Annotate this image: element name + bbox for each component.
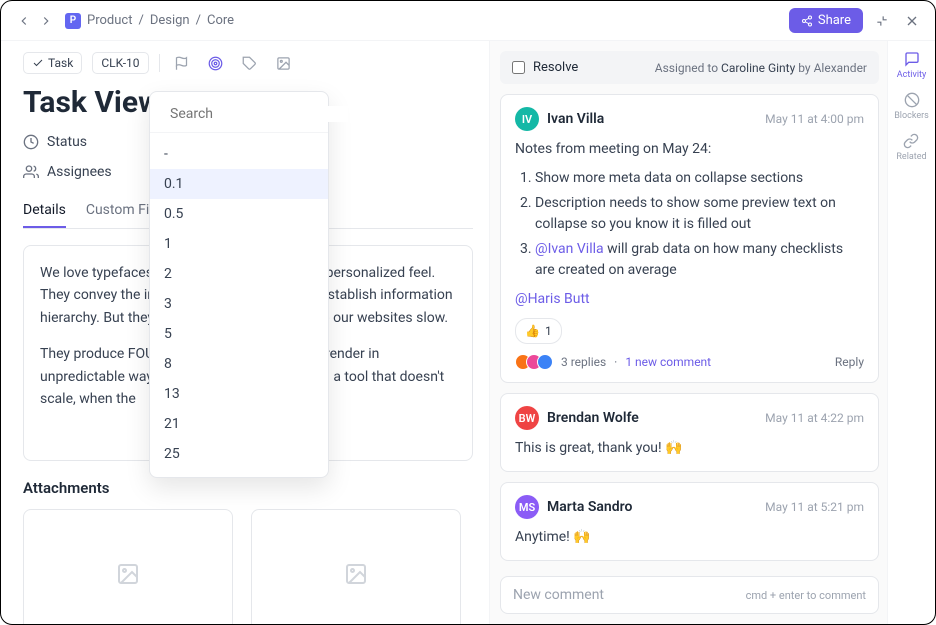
dropdown-item[interactable]: 5 xyxy=(150,319,328,349)
sidebar-tab-activity[interactable]: Activity xyxy=(897,51,926,80)
resolve-checkbox[interactable] xyxy=(512,61,525,74)
image-icon xyxy=(116,562,140,586)
mention[interactable]: @Haris Butt xyxy=(515,289,864,310)
points-dropdown: - 0.1 0.5 1 2 3 5 8 13 21 25 xyxy=(149,91,329,478)
assigned-text: Assigned to Caroline Ginty by Alexander xyxy=(655,61,867,75)
attachments-title: Attachments xyxy=(23,479,473,497)
sidebar-tab-related[interactable]: Related xyxy=(896,133,926,162)
dropdown-item[interactable]: 1 xyxy=(150,229,328,259)
comment-body: Anytime! 🙌 xyxy=(515,527,864,548)
dropdown-item[interactable]: 8 xyxy=(150,349,328,379)
comment-author: Ivan Villa xyxy=(547,111,604,127)
avatar: MS xyxy=(515,495,539,519)
breadcrumb-item[interactable]: Design xyxy=(150,13,190,28)
image-icon[interactable] xyxy=(272,51,296,75)
dropdown-item[interactable]: 3 xyxy=(150,289,328,319)
tag-icon[interactable] xyxy=(238,51,262,75)
comment: IV Ivan Villa May 11 at 4:00 pm Notes fr… xyxy=(500,94,879,383)
status-icon xyxy=(23,134,39,150)
breadcrumb-item[interactable]: Product xyxy=(87,13,132,28)
avatar: BW xyxy=(515,406,539,430)
comment-author: Brendan Wolfe xyxy=(547,410,639,426)
tab-details[interactable]: Details xyxy=(23,194,66,228)
image-icon xyxy=(344,562,368,586)
comment-time: May 11 at 4:00 pm xyxy=(765,112,864,126)
task-id-chip[interactable]: CLK-10 xyxy=(92,52,148,74)
share-button[interactable]: Share xyxy=(789,8,863,33)
replies-count[interactable]: 3 replies xyxy=(561,355,606,369)
project-icon: P xyxy=(65,13,81,29)
flag-icon[interactable] xyxy=(170,51,194,75)
comment-body: Notes from meeting on May 24: Show more … xyxy=(515,139,864,344)
link-icon xyxy=(903,133,919,149)
dropdown-search-input[interactable] xyxy=(170,106,348,122)
close-button[interactable] xyxy=(901,10,923,32)
dropdown-item[interactable]: - xyxy=(150,139,328,169)
reply-button[interactable]: Reply xyxy=(835,355,864,369)
comment-body: This is great, thank you! 🙌 xyxy=(515,438,864,459)
share-icon xyxy=(801,15,813,27)
nav-forward-button[interactable] xyxy=(35,10,57,32)
dropdown-item[interactable]: 13 xyxy=(150,379,328,409)
dropdown-item[interactable]: 0.1 xyxy=(150,169,328,199)
comment: BW Brendan Wolfe May 11 at 4:22 pm This … xyxy=(500,393,879,472)
reaction-button[interactable]: 👍1 xyxy=(515,318,562,344)
blocker-icon xyxy=(904,92,920,108)
dropdown-item[interactable]: 25 xyxy=(150,439,328,469)
comment-time: May 11 at 5:21 pm xyxy=(765,500,864,514)
attachment-placeholder[interactable] xyxy=(251,509,461,624)
collapse-icon[interactable] xyxy=(871,10,893,32)
resolve-bar: Resolve Assigned to Caroline Ginty by Al… xyxy=(500,51,879,84)
comment-icon xyxy=(904,51,920,67)
dropdown-item[interactable]: 2 xyxy=(150,259,328,289)
comment-author: Marta Sandro xyxy=(547,499,632,515)
shortcut-hint: cmd + enter to comment xyxy=(746,589,866,602)
target-icon[interactable] xyxy=(204,51,228,75)
avatar: IV xyxy=(515,107,539,131)
mention[interactable]: @Ivan Villa xyxy=(535,241,604,257)
assignees-icon xyxy=(23,164,39,180)
reply-avatars xyxy=(515,354,553,370)
resolve-label: Resolve xyxy=(533,60,578,75)
attachment-placeholder[interactable] xyxy=(23,509,233,624)
sidebar-tab-blockers[interactable]: Blockers xyxy=(894,92,929,121)
nav-back-button[interactable] xyxy=(13,10,35,32)
dropdown-item[interactable]: 0.5 xyxy=(150,199,328,229)
comment: MS Marta Sandro May 11 at 5:21 pm Anytim… xyxy=(500,482,879,561)
comment-time: May 11 at 4:22 pm xyxy=(765,411,864,425)
task-type-chip[interactable]: Task xyxy=(23,52,82,74)
breadcrumb[interactable]: P Product / Design / Core xyxy=(65,13,234,29)
new-comment-input[interactable]: New comment cmd + enter to comment xyxy=(500,576,879,614)
tab-custom-fields[interactable]: Custom Fie xyxy=(86,194,157,228)
breadcrumb-item[interactable]: Core xyxy=(207,13,234,28)
check-icon xyxy=(32,57,44,69)
dropdown-item[interactable]: 21 xyxy=(150,409,328,439)
new-comment-link[interactable]: 1 new comment xyxy=(625,355,711,369)
